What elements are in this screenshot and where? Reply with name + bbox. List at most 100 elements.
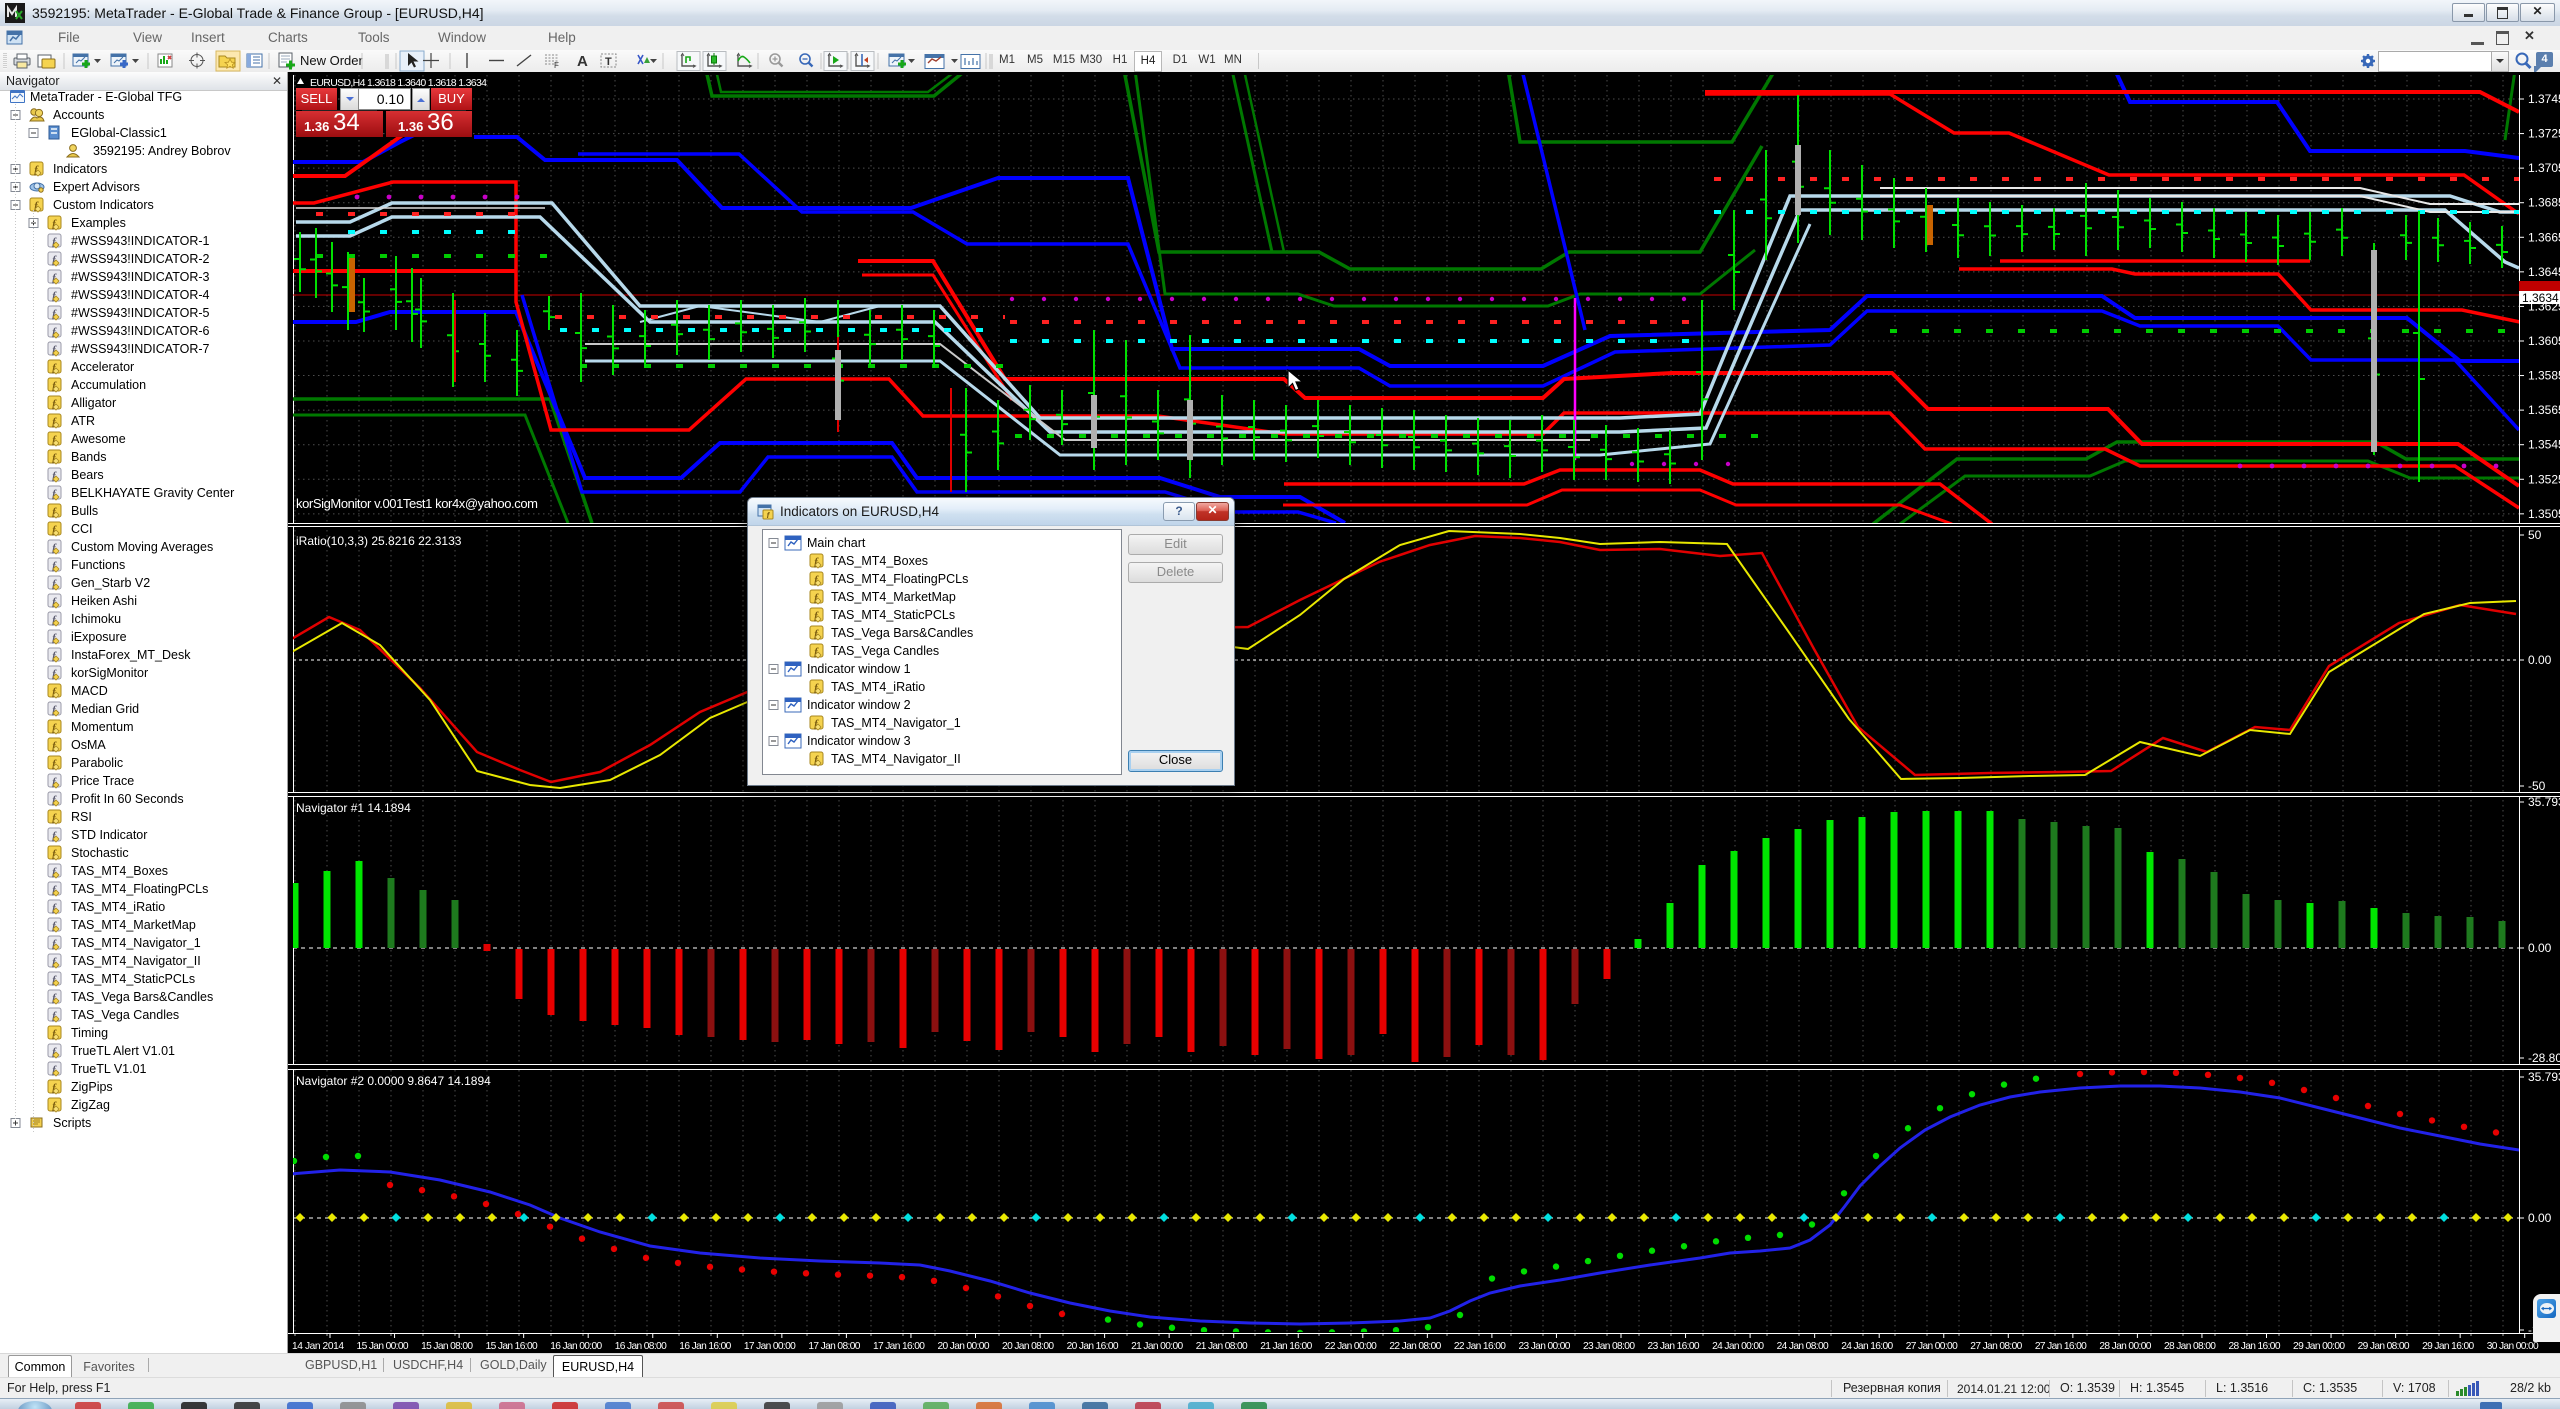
svg-text:24 Jan 16:00: 24 Jan 16:00	[1841, 1341, 1893, 1352]
svg-text:EGlobal-Classic1: EGlobal-Classic1	[71, 126, 167, 140]
svg-text:Expert Advisors: Expert Advisors	[53, 180, 140, 194]
svg-text:Momentum: Momentum	[71, 720, 134, 734]
svg-text:#WSS943!INDICATOR-7: #WSS943!INDICATOR-7	[71, 342, 210, 356]
svg-text:-28.8084: -28.8084	[2528, 1051, 2560, 1065]
svg-text:Accounts: Accounts	[53, 108, 104, 122]
svg-text:ZigZag: ZigZag	[71, 1098, 110, 1112]
svg-text:Price Trace: Price Trace	[71, 774, 134, 788]
svg-text:TAS_MT4_Navigator_1: TAS_MT4_Navigator_1	[71, 936, 201, 950]
svg-text:TAS_Vega Candles: TAS_Vega Candles	[71, 1008, 179, 1022]
svg-text:1.3645: 1.3645	[2528, 265, 2560, 279]
svg-text:Stochastic: Stochastic	[71, 846, 129, 860]
svg-text:Custom Moving Averages: Custom Moving Averages	[71, 540, 213, 554]
svg-text:27 Jan 08:00: 27 Jan 08:00	[1970, 1341, 2022, 1352]
svg-text:23 Jan 16:00: 23 Jan 16:00	[1648, 1341, 1700, 1352]
svg-text:1.3725: 1.3725	[2528, 127, 2560, 141]
svg-text:27 Jan 00:00: 27 Jan 00:00	[1906, 1341, 1958, 1352]
svg-text:Main chart: Main chart	[807, 536, 866, 550]
svg-text:TrueTL Alert V1.01: TrueTL Alert V1.01	[71, 1044, 175, 1058]
svg-text:29 Jan 08:00: 29 Jan 08:00	[2358, 1341, 2410, 1352]
svg-text:Bulls: Bulls	[71, 504, 98, 518]
svg-text:Awesome: Awesome	[71, 432, 126, 446]
svg-text:15 Jan 16:00: 15 Jan 16:00	[486, 1341, 538, 1352]
svg-text:29 Jan 16:00: 29 Jan 16:00	[2422, 1341, 2474, 1352]
svg-text:F: F	[554, 61, 559, 70]
svg-text:Ichimoku: Ichimoku	[71, 612, 121, 626]
svg-text:MACD: MACD	[71, 684, 108, 698]
svg-text:Median Grid: Median Grid	[71, 702, 139, 716]
svg-text:TAS_MT4_Navigator_1: TAS_MT4_Navigator_1	[831, 716, 961, 730]
svg-text:21 Jan 16:00: 21 Jan 16:00	[1260, 1341, 1312, 1352]
svg-text:InstaForex_MT_Desk: InstaForex_MT_Desk	[71, 648, 191, 662]
svg-text:TAS_Vega Bars&Candles: TAS_Vega Bars&Candles	[831, 626, 973, 640]
svg-text:TAS_Vega Bars&Candles: TAS_Vega Bars&Candles	[71, 990, 213, 1004]
svg-text:Bands: Bands	[71, 450, 106, 464]
svg-text:Navigator #1 14.1894: Navigator #1 14.1894	[296, 801, 411, 815]
svg-text:RSI: RSI	[71, 810, 92, 824]
svg-text:TAS_MT4_iRatio: TAS_MT4_iRatio	[71, 900, 165, 914]
svg-text:Examples: Examples	[71, 216, 126, 230]
svg-text:35.7939: 35.7939	[2528, 795, 2560, 809]
svg-text:16 Jan 00:00: 16 Jan 00:00	[550, 1341, 602, 1352]
svg-text:Navigator #2 0.0000 9.8647 14.: Navigator #2 0.0000 9.8647 14.1894	[296, 1074, 491, 1088]
svg-text:22 Jan 00:00: 22 Jan 00:00	[1325, 1341, 1377, 1352]
svg-text:#WSS943!INDICATOR-1: #WSS943!INDICATOR-1	[71, 234, 210, 248]
svg-text:23 Jan 08:00: 23 Jan 08:00	[1583, 1341, 1635, 1352]
svg-text:22 Jan 08:00: 22 Jan 08:00	[1389, 1341, 1441, 1352]
svg-text:15 Jan 00:00: 15 Jan 00:00	[357, 1341, 409, 1352]
svg-text:17 Jan 16:00: 17 Jan 16:00	[873, 1341, 925, 1352]
svg-text:Indicators: Indicators	[53, 162, 107, 176]
svg-text:1.3705: 1.3705	[2528, 161, 2560, 175]
svg-text:BELKHAYATE Gravity Center: BELKHAYATE Gravity Center	[71, 486, 234, 500]
svg-text:Indicator window 2: Indicator window 2	[807, 698, 911, 712]
svg-text:#WSS943!INDICATOR-6: #WSS943!INDICATOR-6	[71, 324, 210, 338]
svg-text:1.3565: 1.3565	[2528, 403, 2560, 417]
svg-text:16 Jan 16:00: 16 Jan 16:00	[679, 1341, 731, 1352]
svg-text:TAS_MT4_StaticPCLs: TAS_MT4_StaticPCLs	[71, 972, 195, 986]
svg-text:TAS_MT4_MarketMap: TAS_MT4_MarketMap	[71, 918, 196, 932]
svg-text:Gen_Starb V2: Gen_Starb V2	[71, 576, 150, 590]
svg-text:17 Jan 08:00: 17 Jan 08:00	[808, 1341, 860, 1352]
svg-text:1.3545: 1.3545	[2528, 438, 2560, 452]
svg-text:20 Jan 16:00: 20 Jan 16:00	[1067, 1341, 1119, 1352]
svg-text:TAS_Vega Candles: TAS_Vega Candles	[831, 644, 939, 658]
svg-text:Indicator window 3: Indicator window 3	[807, 734, 911, 748]
svg-text:#WSS943!INDICATOR-2: #WSS943!INDICATOR-2	[71, 252, 210, 266]
svg-text:TAS_MT4_FloatingPCLs: TAS_MT4_FloatingPCLs	[831, 572, 968, 586]
svg-text:korSigMonitor: korSigMonitor	[71, 666, 148, 680]
svg-text:TAS_MT4_MarketMap: TAS_MT4_MarketMap	[831, 590, 956, 604]
svg-text:1.3685: 1.3685	[2528, 196, 2560, 210]
svg-text:Indicator window 1: Indicator window 1	[807, 662, 911, 676]
svg-text:#WSS943!INDICATOR-5: #WSS943!INDICATOR-5	[71, 306, 210, 320]
svg-text:iRatio(10,3,3) 25.8216 22.3133: iRatio(10,3,3) 25.8216 22.3133	[296, 534, 462, 548]
svg-text:1.3745: 1.3745	[2528, 92, 2560, 106]
svg-text:TAS_MT4_Navigator_II: TAS_MT4_Navigator_II	[71, 954, 201, 968]
svg-text:1.3665: 1.3665	[2528, 230, 2560, 244]
svg-text:17 Jan 00:00: 17 Jan 00:00	[744, 1341, 796, 1352]
svg-text:#WSS943!INDICATOR-3: #WSS943!INDICATOR-3	[71, 270, 210, 284]
svg-text:24 Jan 08:00: 24 Jan 08:00	[1777, 1341, 1829, 1352]
svg-text:0.00: 0.00	[2528, 653, 2552, 667]
svg-text:MetaTrader - E-Global TFG: MetaTrader - E-Global TFG	[30, 90, 182, 104]
svg-text:1.3585: 1.3585	[2528, 369, 2560, 383]
svg-text:Scripts: Scripts	[53, 1116, 91, 1130]
svg-text:New Order: New Order	[300, 53, 364, 68]
svg-text:TAS_MT4_StaticPCLs: TAS_MT4_StaticPCLs	[831, 608, 955, 622]
svg-text:#WSS943!INDICATOR-4: #WSS943!INDICATOR-4	[71, 288, 210, 302]
svg-text:20 Jan 00:00: 20 Jan 00:00	[938, 1341, 990, 1352]
svg-text:Timing: Timing	[71, 1026, 108, 1040]
svg-text:3592195: Andrey Bobrov: 3592195: Andrey Bobrov	[93, 144, 231, 158]
svg-text:A: A	[577, 53, 588, 70]
svg-text:35.7939: 35.7939	[2528, 1070, 2560, 1084]
svg-text:ZigPips: ZigPips	[71, 1080, 113, 1094]
svg-text:28 Jan 00:00: 28 Jan 00:00	[2099, 1341, 2151, 1352]
svg-text:TAS_MT4_iRatio: TAS_MT4_iRatio	[831, 680, 925, 694]
svg-text:Accumulation: Accumulation	[71, 378, 146, 392]
svg-text:TAS_MT4_Boxes: TAS_MT4_Boxes	[831, 554, 928, 568]
svg-text:29 Jan 00:00: 29 Jan 00:00	[2293, 1341, 2345, 1352]
svg-text:Accelerator: Accelerator	[71, 360, 134, 374]
svg-text:14 Jan 2014: 14 Jan 2014	[292, 1341, 344, 1352]
svg-text:T: T	[605, 56, 612, 68]
svg-text:TAS_MT4_Navigator_II: TAS_MT4_Navigator_II	[831, 752, 961, 766]
svg-text:24 Jan 00:00: 24 Jan 00:00	[1712, 1341, 1764, 1352]
